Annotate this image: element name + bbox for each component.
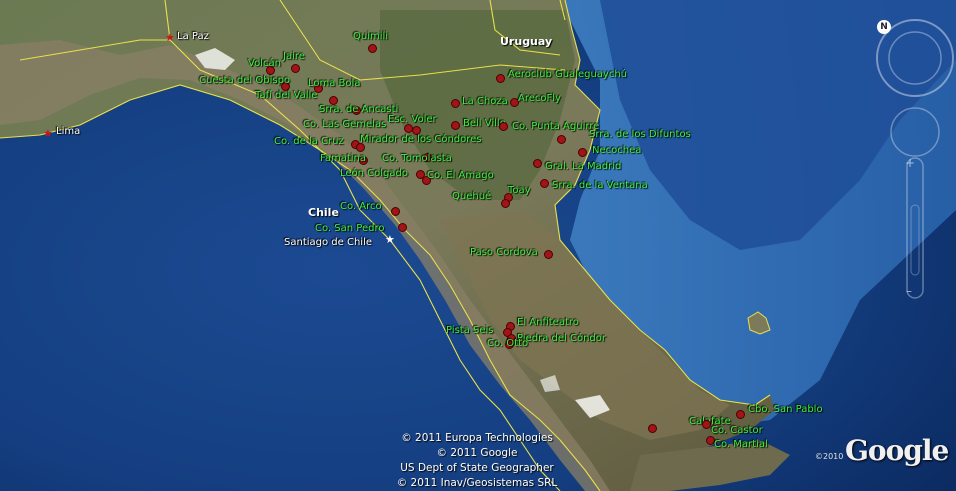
city-star-icon: ★	[165, 31, 175, 44]
map-view[interactable]: N + – Uruguay Chile ★ La Paz ★ Lima ★ Sa…	[0, 0, 956, 491]
city-star-icon: ★	[385, 233, 395, 246]
placemark-dot-icon	[398, 223, 407, 232]
placemark-dot-icon	[702, 420, 711, 429]
placemark-dot-icon	[451, 99, 460, 108]
city-star-icon: ★	[43, 127, 53, 140]
zoom-in-icon[interactable]: +	[905, 157, 915, 169]
zoom-out-icon[interactable]: –	[906, 285, 916, 297]
google-logo: Google	[845, 434, 949, 467]
attribution-line: © 2011 Google	[436, 447, 518, 459]
placemark-dot-icon	[544, 250, 553, 259]
imagery-year: ©2010	[815, 452, 844, 461]
placemark-dot-icon	[391, 207, 400, 216]
placemark-dot-icon	[540, 179, 549, 188]
placemark-dot-icon	[496, 74, 505, 83]
placemark-dot-icon	[578, 148, 587, 157]
attribution-line: © 2011 Europa Technologies	[401, 432, 553, 444]
placemark-dot-icon	[648, 424, 657, 433]
map-attribution: © 2011 Europa Technologies © 2011 Google…	[392, 431, 562, 491]
terrain-background	[0, 0, 956, 491]
placemark-dot-icon	[291, 64, 300, 73]
attribution-line: US Dept of State Geographer	[400, 462, 554, 474]
placemark-dot-icon	[368, 44, 377, 53]
placemark-dot-icon	[499, 122, 508, 131]
attribution-line: © 2011 Inav/Geosistemas SRL	[396, 477, 558, 489]
placemark-dot-icon	[533, 159, 542, 168]
placemark-dot-icon	[501, 199, 510, 208]
placemark-dot-icon	[736, 410, 745, 419]
placemark-dot-icon	[557, 135, 566, 144]
placemark-dot-icon	[451, 121, 460, 130]
compass-north-icon[interactable]: N	[877, 20, 891, 34]
